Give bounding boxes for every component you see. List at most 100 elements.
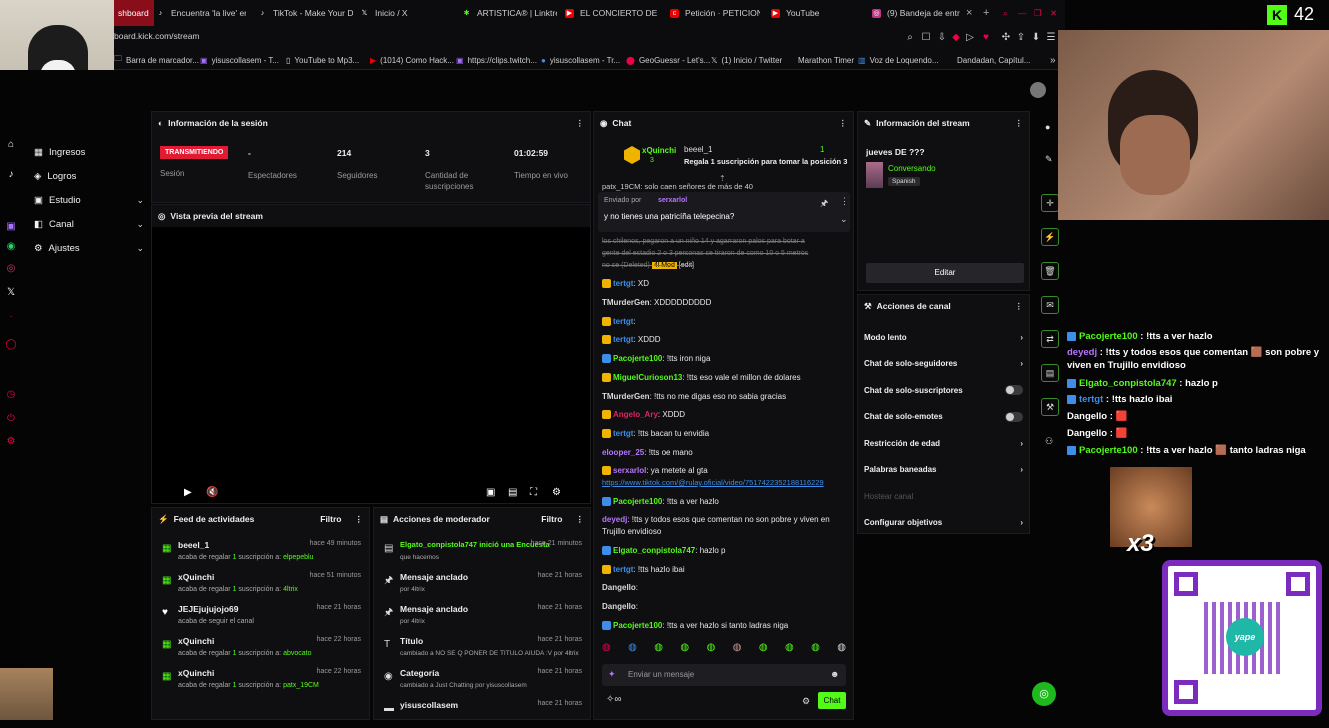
- channel-action-item[interactable]: Chat de solo-seguidores ›: [864, 354, 1023, 374]
- chat-input[interactable]: ✦ Enviar un mensaje ☻: [602, 664, 846, 686]
- activity-row[interactable]: ▦ xQuinchi acaba de regalar 1 suscripción …: [160, 666, 363, 696]
- channel-action-item[interactable]: Chat de solo-emotes: [864, 407, 1023, 427]
- heart-extension-icon[interactable]: ♥: [980, 32, 992, 44]
- chat-username[interactable]: Pacojerte100: [613, 354, 662, 363]
- tool-trash-icon[interactable]: 🗑: [1041, 262, 1059, 280]
- tool-chat-icon[interactable]: ✉: [1041, 296, 1059, 314]
- tool-swap-icon[interactable]: ⇄: [1041, 330, 1059, 348]
- rail-dot-icon[interactable]: ·: [4, 310, 18, 324]
- settings-icon[interactable]: ⚙: [552, 487, 561, 498]
- more-options-icon[interactable]: ⋮: [576, 514, 585, 525]
- more-options-icon[interactable]: ⋮: [840, 196, 849, 207]
- tab-tiktok[interactable]: ♪ TikTok - Make Your Day: [258, 0, 353, 26]
- bookmark-item[interactable]: Marathon Timer: [798, 50, 854, 70]
- users-icon[interactable]: ⚇: [1045, 436, 1053, 447]
- chat-message[interactable]: deyedj: !tts y todos esos que comentan n…: [602, 514, 846, 538]
- whatsapp-rail-icon[interactable]: ◉: [4, 240, 18, 254]
- mod-action-row[interactable]: 🖈 Mensaje anclado por 4ltrix hace 21 horas: [382, 602, 584, 632]
- tab-youtube[interactable]: ▶ YouTube: [771, 0, 861, 26]
- activity-target[interactable]: elpepeblu: [283, 554, 313, 561]
- mod-action-row[interactable]: ◉ Categoría cambiado a Just Chatting por y…: [382, 666, 584, 696]
- emote-icon[interactable]: ◍: [707, 642, 716, 656]
- tab-change-petition[interactable]: c Petición · PETICION PAR: [670, 0, 760, 26]
- chat-message[interactable]: elooper_25: !tts oe mano: [602, 447, 846, 459]
- more-options-icon[interactable]: ⋮: [1015, 301, 1024, 312]
- support-button[interactable]: ◎: [1032, 682, 1056, 706]
- play-extension-icon[interactable]: ▷: [964, 32, 976, 44]
- url-input[interactable]: board.kick.com/stream: [114, 31, 894, 45]
- extension-shield-icon[interactable]: ◆: [950, 32, 962, 44]
- sidebar-item-ajustes[interactable]: ⚙ Ajustes ⌄: [34, 239, 144, 257]
- filter-button[interactable]: Filtro: [320, 514, 341, 524]
- chat-username[interactable]: Elgato_conpistola747: [613, 546, 695, 555]
- chat-username[interactable]: tertgt: [613, 429, 633, 438]
- tiktok-rail-icon[interactable]: ♪: [4, 168, 18, 182]
- activity-user[interactable]: xQuinchi: [178, 572, 214, 582]
- twitch-rail-icon[interactable]: ▣: [4, 220, 18, 234]
- emote-icon[interactable]: ◍: [733, 642, 742, 656]
- play-icon[interactable]: ▶: [184, 487, 192, 498]
- chat-message[interactable]: tertgt: !tts bacan tu envidia: [602, 428, 846, 440]
- activity-user[interactable]: xQuinchi: [178, 668, 214, 678]
- emote-icon[interactable]: ◍: [680, 642, 689, 656]
- extensions-icon[interactable]: ✣: [1000, 32, 1012, 44]
- chat-message[interactable]: Pacojerte100: !tts a ver hazlo si tanto …: [602, 620, 846, 632]
- chat-username[interactable]: TMurderGen: [602, 392, 650, 401]
- settings-rail-icon[interactable]: ⚙: [4, 435, 18, 449]
- toggle-switch[interactable]: [1005, 411, 1023, 422]
- menu-icon[interactable]: ☰: [1045, 32, 1057, 44]
- chat-username[interactable]: Angelo_Ary: [613, 410, 658, 419]
- top-gifter-name[interactable]: xQuinchi: [642, 146, 676, 155]
- chat-message[interactable]: Angelo_Ary: XDDD: [602, 409, 846, 421]
- activity-target[interactable]: abvocato: [283, 650, 311, 657]
- sidebar-item-ingresos[interactable]: ▦ Ingresos: [34, 143, 144, 161]
- history-rail-icon[interactable]: ◷: [4, 388, 18, 402]
- chat-username[interactable]: Dangello: [602, 583, 636, 592]
- mod-action-row[interactable]: ▬ yisuscollasem hace 21 horas: [382, 698, 584, 728]
- chat-message[interactable]: tertgt: XDDD: [602, 334, 846, 346]
- activity-row[interactable]: ▦ xQuinchi acaba de regalar 1 suscripción …: [160, 570, 363, 600]
- activity-user[interactable]: JEJEjujujojo69: [178, 604, 238, 614]
- edit-stream-button[interactable]: Editar: [866, 263, 1024, 283]
- tab-x-home[interactable]: 𝕏 Inicio / X: [360, 0, 450, 26]
- chat-username[interactable]: serxarlol: [613, 466, 646, 475]
- activity-user[interactable]: beeel_1: [178, 540, 209, 550]
- maximize-icon[interactable]: ❐: [1034, 0, 1046, 26]
- emoji-icon[interactable]: ☻: [830, 669, 839, 679]
- bookmark-item[interactable]: 𝕏 (1) Inicio / Twitter: [711, 50, 782, 70]
- chat-settings-icon[interactable]: ⚙: [802, 696, 810, 707]
- chat-message[interactable]: TMurderGen: XDDDDDDDDD: [602, 297, 846, 309]
- more-options-icon[interactable]: ⋮: [1015, 118, 1024, 129]
- close-tab-icon[interactable]: ×: [966, 0, 980, 26]
- chat-username[interactable]: tertgt: [613, 565, 633, 574]
- chat-message[interactable]: TMurderGen: !tts no me digas eso no sabi…: [602, 391, 846, 403]
- chat-message[interactable]: serxarlol: ya metete al gta: [602, 465, 846, 477]
- emote-icon[interactable]: ◍: [759, 642, 768, 656]
- kick-rail-icon[interactable]: ⌂: [4, 138, 18, 152]
- minimize-icon[interactable]: —: [1018, 0, 1030, 26]
- chat-username[interactable]: tertgt: [613, 335, 633, 344]
- emote-icon[interactable]: ◍: [654, 642, 663, 656]
- bookmark-item[interactable]: Dandadan, Capítul...: [957, 50, 1030, 70]
- pin-icon[interactable]: 🖈: [820, 196, 828, 212]
- tool-crosshair-icon[interactable]: ✛: [1041, 194, 1059, 212]
- more-options-icon[interactable]: ⋮: [576, 118, 585, 129]
- chat-message[interactable]: tertgt: !tts hazlo ibai: [602, 564, 846, 576]
- edit-link[interactable]: [edit]: [679, 262, 694, 269]
- tool-list-icon[interactable]: ▤: [1041, 364, 1059, 382]
- channel-action-item[interactable]: Configurar objetivos ›: [864, 513, 1023, 533]
- sidebar-item-estudio[interactable]: ▣ Estudio ⌄: [34, 191, 144, 209]
- bookmark-item[interactable]: 🗀 Barra de marcador...: [114, 50, 199, 70]
- emote-icon[interactable]: ◍: [811, 642, 820, 656]
- toggle-switch[interactable]: [1005, 385, 1023, 395]
- tab-tiktok-search[interactable]: ♪ Encuentra 'la live' en Tik: [156, 0, 246, 26]
- pinned-by-user[interactable]: serxarlol: [658, 197, 687, 204]
- mod-action-row[interactable]: 🖈 Mensaje anclado por 4ltrix hace 21 horas: [382, 570, 584, 600]
- channel-action-item[interactable]: Restricción de edad ›: [864, 433, 1023, 453]
- chat-message[interactable]: Pacojerte100: !tts a ver hazlo: [602, 496, 846, 508]
- gift-banner-user[interactable]: beeel_1: [684, 145, 712, 154]
- x-rail-icon[interactable]: 𝕏: [4, 286, 18, 300]
- send-chat-button[interactable]: Chat: [818, 692, 846, 709]
- bookmark-item[interactable]: ▯ YouTube to Mp3...: [286, 50, 359, 70]
- activity-target[interactable]: patx_19CM: [283, 682, 319, 689]
